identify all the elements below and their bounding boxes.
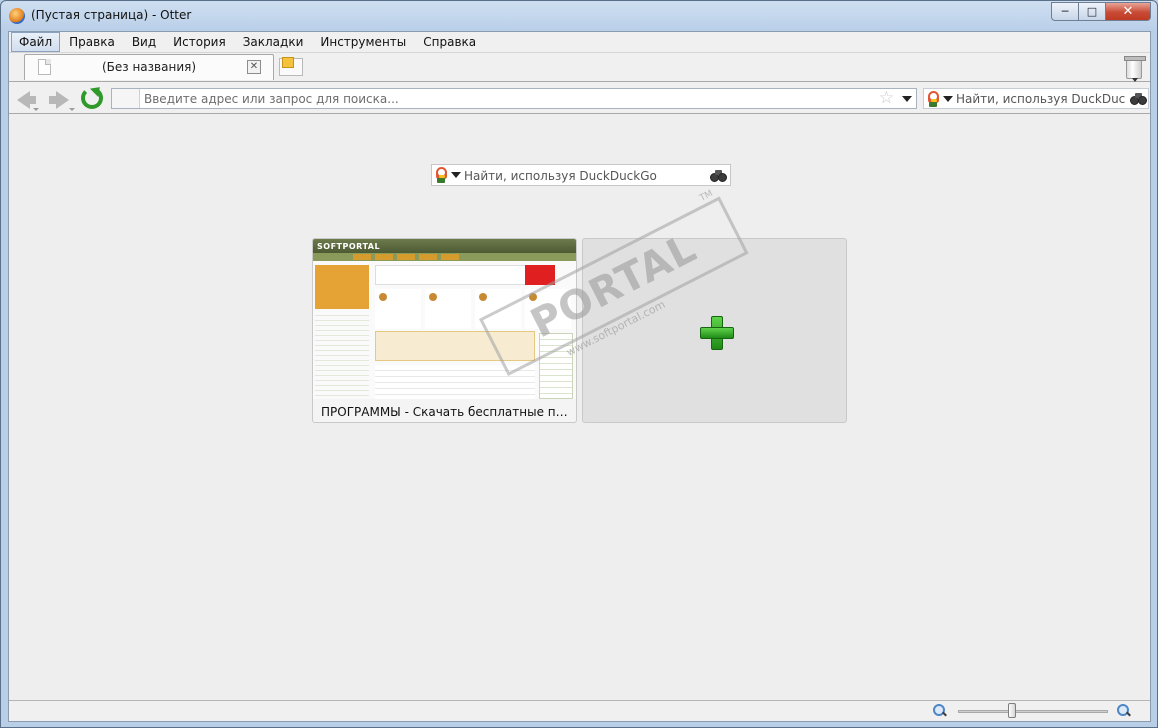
- bookmark-star-icon[interactable]: ☆: [879, 89, 894, 108]
- browser-client-area: Файл Правка Вид История Закладки Инструм…: [8, 31, 1151, 722]
- minimize-button[interactable]: ─: [1051, 2, 1079, 21]
- back-button[interactable]: [13, 87, 39, 111]
- duckduckgo-icon[interactable]: [927, 91, 940, 107]
- tab-untitled[interactable]: (Без названия) ✕: [24, 54, 274, 80]
- duckduckgo-icon[interactable]: [435, 167, 448, 183]
- tile-title: ПРОГРАММЫ - Скачать бесплатные прог...: [321, 405, 576, 419]
- toolbar-search-field: [923, 88, 1149, 109]
- speed-dial-search-field: [431, 164, 731, 186]
- forward-arrow-icon: [49, 91, 69, 109]
- search-engine-dropdown-icon[interactable]: [943, 96, 953, 102]
- toolbar-search-input[interactable]: [956, 91, 1126, 106]
- status-bar: [9, 700, 1150, 721]
- watermark-trademark: TM: [698, 188, 715, 204]
- menu-view[interactable]: Вид: [124, 32, 164, 52]
- search-engine-dropdown-icon[interactable]: [451, 172, 461, 178]
- site-info-icon[interactable]: [112, 89, 140, 108]
- menu-tools[interactable]: Инструменты: [312, 32, 414, 52]
- menu-bar: Файл Правка Вид История Закладки Инструм…: [9, 32, 1150, 52]
- menu-bookmarks[interactable]: Закладки: [235, 32, 312, 52]
- address-history-dropdown-icon[interactable]: [902, 96, 912, 102]
- new-tab-button[interactable]: [279, 57, 303, 76]
- search-binoculars-icon[interactable]: [710, 170, 727, 182]
- reload-icon[interactable]: [81, 87, 103, 109]
- plus-icon: [700, 316, 734, 350]
- address-input[interactable]: [144, 91, 844, 106]
- maximize-button[interactable]: □: [1078, 2, 1106, 21]
- zoom-slider[interactable]: [958, 710, 1108, 713]
- tab-bar: (Без названия) ✕: [9, 52, 1150, 82]
- menu-edit[interactable]: Правка: [61, 32, 123, 52]
- tab-title: (Без названия): [101, 60, 197, 74]
- forward-button[interactable]: [47, 87, 75, 111]
- forward-history-dropdown-icon[interactable]: [69, 108, 75, 111]
- window-controls: ─ □ ✕: [1051, 2, 1151, 21]
- close-window-button[interactable]: ✕: [1105, 2, 1151, 21]
- otter-app-icon: [9, 8, 25, 24]
- zoom-in-icon[interactable]: [1117, 704, 1131, 718]
- window-title: (Пустая страница) - Otter: [31, 8, 192, 22]
- speed-dial-search-input[interactable]: [464, 168, 704, 183]
- zoom-out-icon[interactable]: [933, 704, 947, 718]
- title-bar[interactable]: (Пустая страница) - Otter ─ □ ✕: [1, 1, 1157, 31]
- tab-close-icon[interactable]: ✕: [247, 60, 261, 74]
- navigation-toolbar: ☆: [9, 82, 1150, 114]
- app-window: (Пустая страница) - Otter ─ □ ✕ Файл Пра…: [0, 0, 1158, 728]
- menu-help[interactable]: Справка: [415, 32, 484, 52]
- closed-tabs-trash-icon[interactable]: [1124, 56, 1146, 82]
- menu-history[interactable]: История: [165, 32, 234, 52]
- back-history-dropdown-icon[interactable]: [33, 108, 39, 111]
- menu-file[interactable]: Файл: [11, 32, 61, 52]
- thumbnail-logo-text: SOFTPORTAL: [317, 242, 381, 251]
- search-binoculars-icon[interactable]: [1130, 93, 1147, 105]
- address-bar: ☆: [111, 88, 917, 109]
- speed-dial-page: SOFTPORTAL ПРОГРАММЫ - Скачать бесплатны…: [9, 114, 1150, 700]
- back-arrow-icon: [17, 91, 36, 109]
- zoom-slider-handle[interactable]: [1007, 703, 1016, 718]
